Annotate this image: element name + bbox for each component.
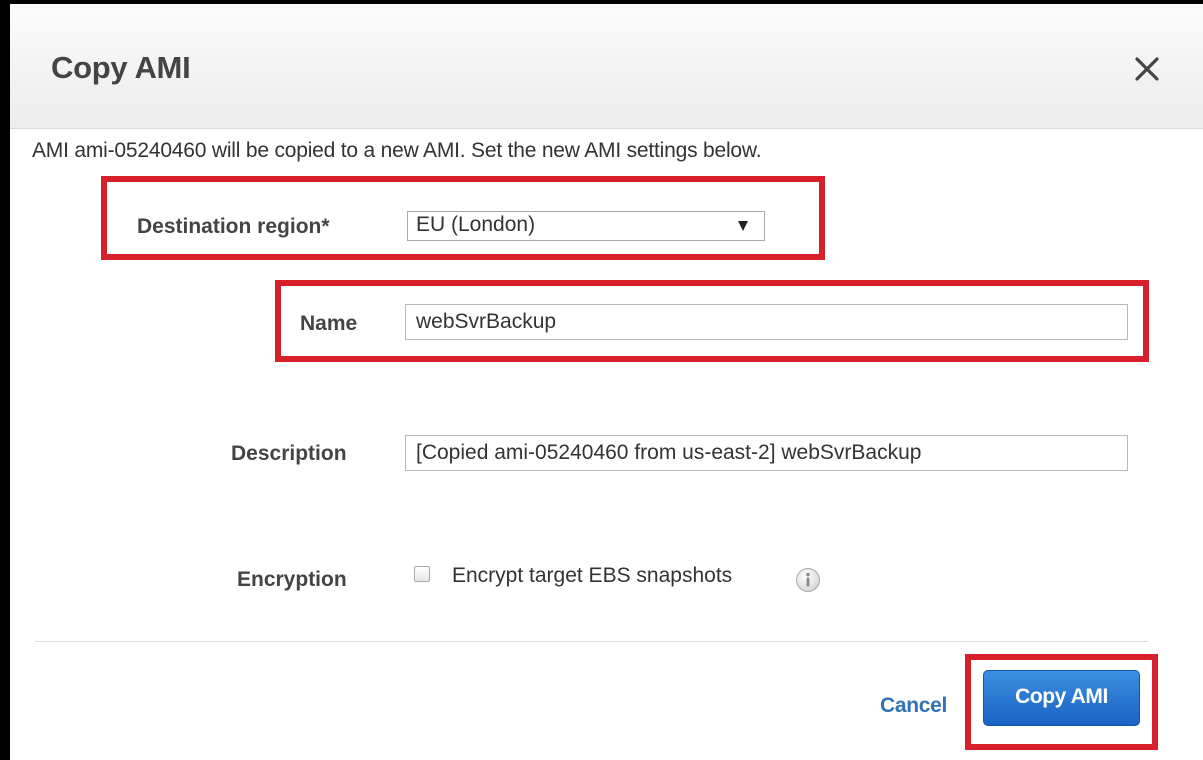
encryption-label: Encryption	[237, 568, 347, 591]
footer-divider	[35, 641, 1148, 642]
destination-region-value: EU (London)	[416, 213, 536, 236]
copy-ami-dialog: Copy AMI AMI ami-05240460 will be copied…	[10, 4, 1203, 760]
description-input[interactable]: [Copied ami-05240460 from us-east-2] web…	[405, 435, 1128, 471]
encrypt-snapshots-label[interactable]: Encrypt target EBS snapshots	[452, 564, 732, 588]
copy-ami-button[interactable]: Copy AMI	[983, 670, 1140, 726]
name-label: Name	[300, 312, 358, 335]
dropdown-arrow-icon	[738, 221, 748, 231]
close-icon[interactable]	[1132, 54, 1162, 84]
destination-region-select[interactable]: EU (London)	[407, 211, 765, 241]
dialog-intro-text: AMI ami-05240460 will be copied to a new…	[32, 139, 762, 162]
info-icon[interactable]	[795, 567, 821, 593]
description-label: Description	[231, 442, 347, 465]
destination-region-label: Destination region*	[137, 215, 330, 238]
dialog-title: Copy AMI	[51, 50, 191, 85]
cancel-button[interactable]: Cancel	[880, 694, 947, 718]
name-input[interactable]: webSvrBackup	[405, 304, 1128, 340]
encrypt-snapshots-checkbox[interactable]	[414, 566, 430, 582]
dialog-header: Copy AMI	[10, 4, 1203, 129]
